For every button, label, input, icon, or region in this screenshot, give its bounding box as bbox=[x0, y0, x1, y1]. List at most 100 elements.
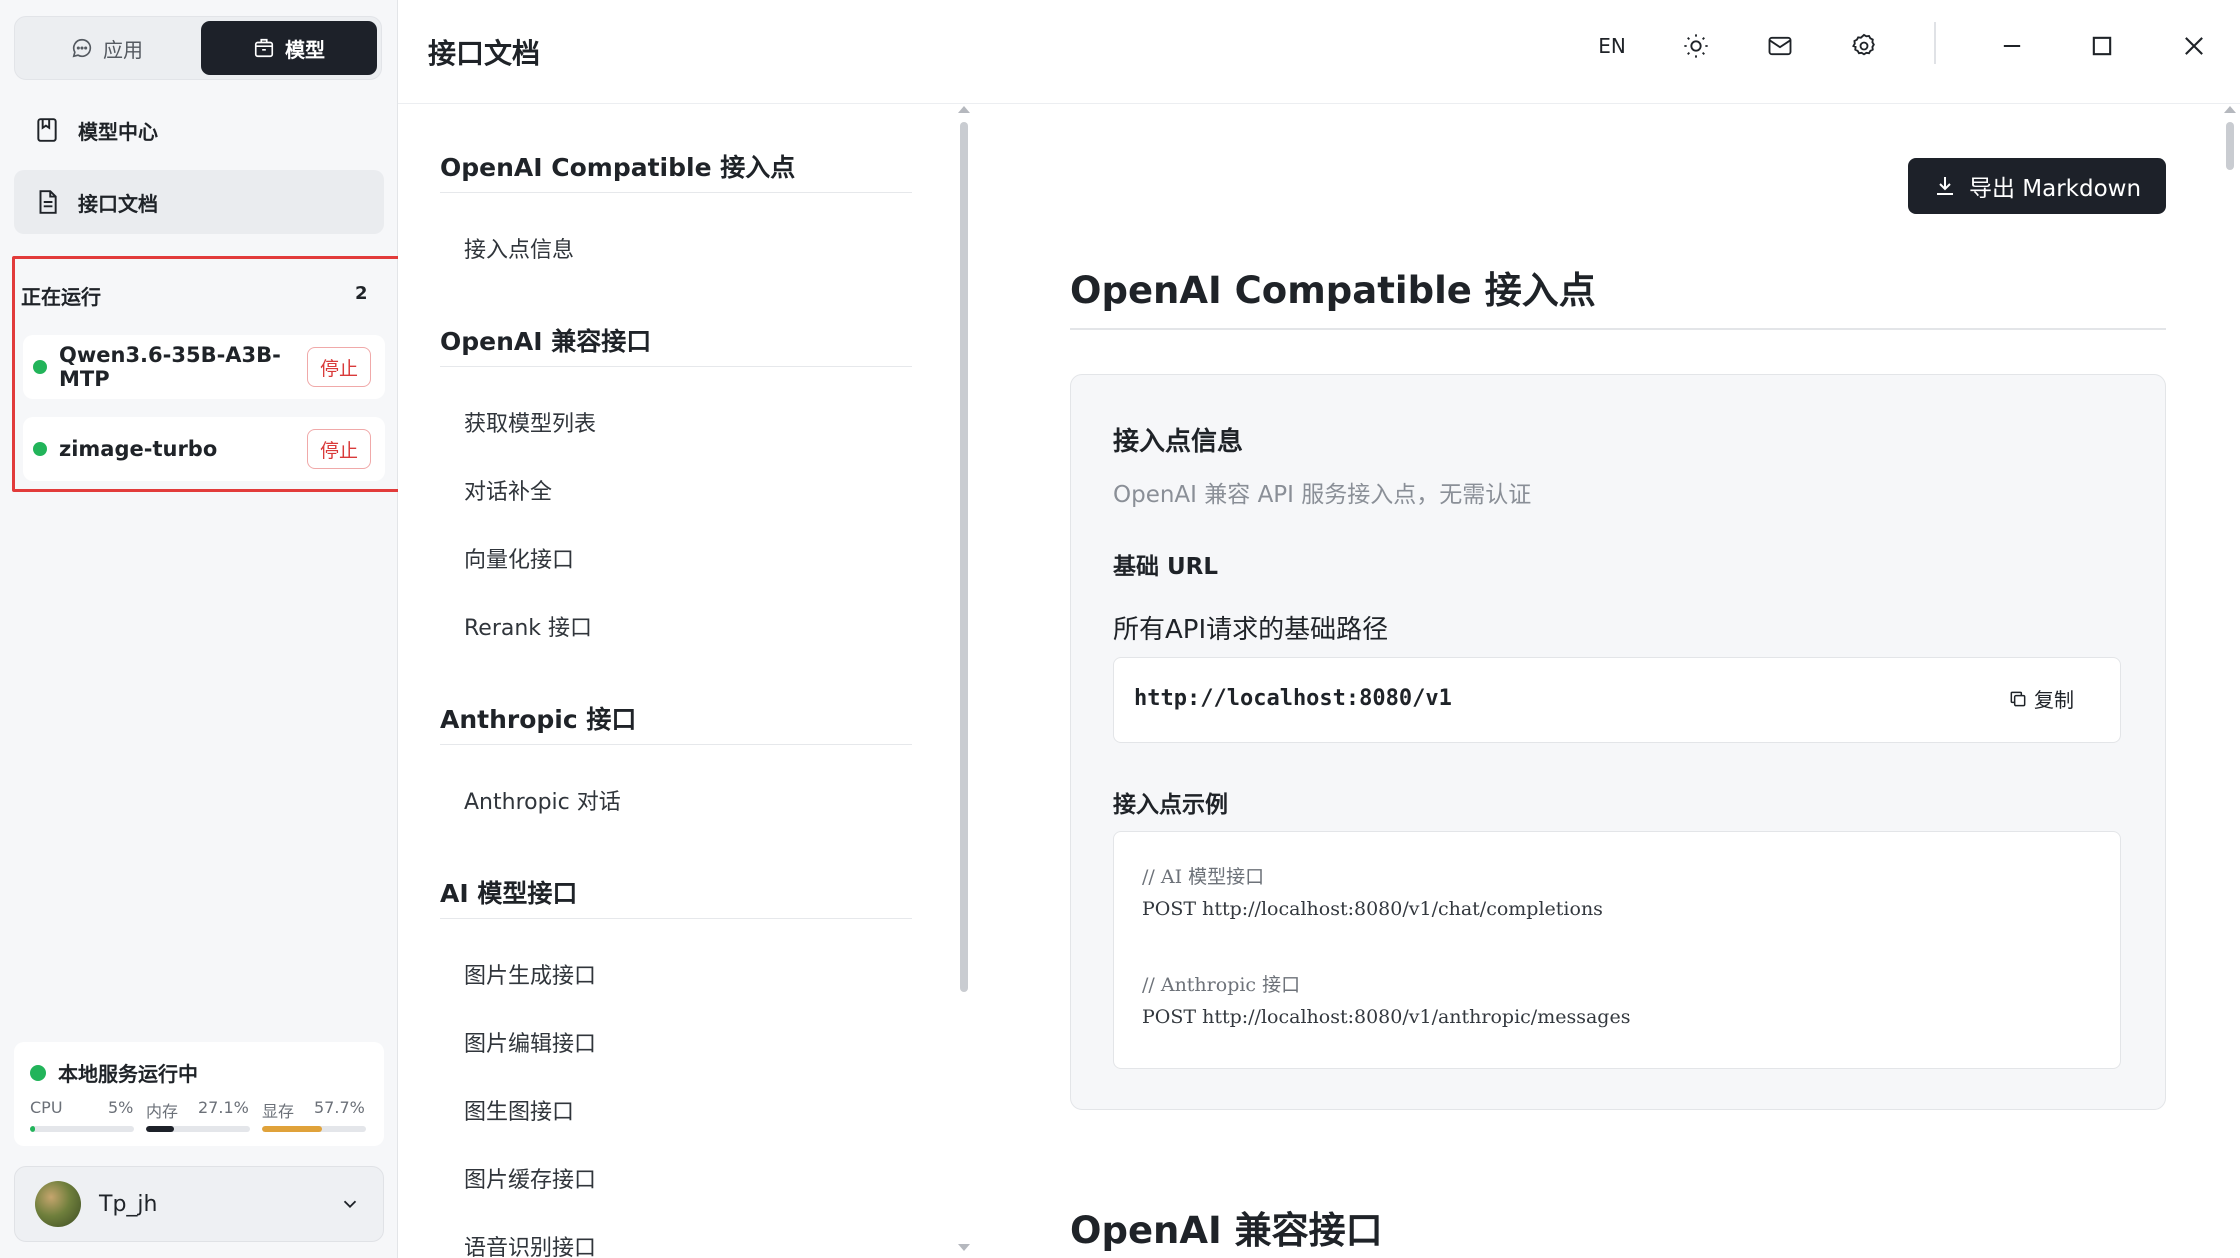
toc-item[interactable]: 对话补全 bbox=[464, 474, 552, 506]
maximize-icon bbox=[2092, 36, 2112, 56]
status-dot-icon bbox=[33, 360, 47, 374]
stop-button[interactable]: 停止 bbox=[307, 429, 371, 469]
toc-divider bbox=[440, 366, 912, 367]
running-model-item[interactable]: zimage-turbo 停止 bbox=[23, 417, 385, 481]
toc-item[interactable]: 图生图接口 bbox=[464, 1094, 574, 1126]
running-model-item[interactable]: Qwen3.6-35B-A3B-MTP 停止 bbox=[23, 335, 385, 399]
vram-label: 显存 bbox=[262, 1102, 295, 1121]
memory-usage-bar bbox=[146, 1126, 250, 1132]
cpu-value: 5% bbox=[108, 1098, 134, 1117]
export-markdown-button[interactable]: 导出 Markdown bbox=[1908, 158, 2166, 214]
tab-models[interactable]: 模型 bbox=[201, 21, 377, 75]
sidebar-item-label: 接口文档 bbox=[78, 191, 158, 216]
close-icon bbox=[2185, 37, 2203, 55]
copy-label: 复制 bbox=[2034, 688, 2074, 712]
page-title: 接口文档 bbox=[428, 37, 541, 70]
vram-usage-fill bbox=[262, 1126, 322, 1132]
memory-usage-fill bbox=[146, 1126, 175, 1132]
toc-divider bbox=[440, 192, 912, 193]
vram-usage-bar bbox=[262, 1126, 366, 1132]
base-url-box: http://localhost:8080/v1 复制 bbox=[1113, 657, 2121, 743]
docs-toc: OpenAI Compatible 接入点 接入点信息 OpenAI 兼容接口 … bbox=[398, 104, 982, 1258]
settings-button[interactable] bbox=[1840, 22, 1888, 70]
toc-scroll-down-arrow[interactable] bbox=[958, 1244, 970, 1251]
code-line: // Anthropic 接口 bbox=[1142, 974, 1301, 996]
toc-item[interactable]: Rerank 接口 bbox=[464, 610, 592, 642]
close-window-button[interactable] bbox=[2170, 22, 2218, 70]
cpu-usage-bar bbox=[30, 1126, 134, 1132]
code-line: POST http://localhost:8080/v1/anthropic/… bbox=[1142, 1006, 1631, 1028]
book-icon bbox=[37, 118, 57, 142]
maximize-button[interactable] bbox=[2078, 22, 2126, 70]
language-toggle-button[interactable]: EN bbox=[1588, 22, 1636, 70]
section-divider bbox=[1070, 328, 2166, 330]
avatar bbox=[35, 1181, 81, 1227]
endpoint-info-card: 接入点信息 OpenAI 兼容 API 服务接入点，无需认证 基础 URL 所有… bbox=[1070, 374, 2166, 1110]
status-dot-icon bbox=[30, 1064, 46, 1081]
document-icon bbox=[39, 190, 57, 214]
chat-bubble-icon bbox=[72, 38, 92, 58]
memory-value: 27.1% bbox=[198, 1098, 249, 1117]
toc-section-title[interactable]: AI 模型接口 bbox=[440, 874, 912, 910]
toc-scroll-up-arrow[interactable] bbox=[958, 106, 970, 113]
sun-icon bbox=[1684, 34, 1708, 58]
toc-item[interactable]: 图片缓存接口 bbox=[464, 1162, 596, 1194]
toc-item[interactable]: 图片生成接口 bbox=[464, 958, 596, 990]
toc-item[interactable]: 图片编辑接口 bbox=[464, 1026, 596, 1058]
base-url-label: 基础 URL bbox=[1113, 554, 1219, 580]
memory-label: 内存 bbox=[146, 1102, 179, 1121]
toc-section-title[interactable]: OpenAI 兼容接口 bbox=[440, 322, 912, 358]
example-label: 接入点示例 bbox=[1113, 792, 1228, 818]
running-model-name: zimage-turbo bbox=[59, 437, 218, 461]
service-status-text: 本地服务运行中 bbox=[58, 1062, 198, 1086]
section-heading: OpenAI 兼容接口 bbox=[1070, 1209, 1383, 1252]
status-dot-icon bbox=[33, 442, 47, 456]
sidebar: 应用 模型 模型中心 接口文档 正在运行 2 Qwen3.6-35B-A3B-M… bbox=[0, 0, 426, 1258]
sidebar-item-api-docs[interactable]: 接口文档 bbox=[14, 170, 384, 234]
content-scroll-up-arrow[interactable] bbox=[2224, 106, 2236, 113]
theme-toggle-button[interactable] bbox=[1672, 22, 1720, 70]
app-window: 应用 模型 模型中心 接口文档 正在运行 2 Qwen3.6-35B-A3B-M… bbox=[0, 0, 2240, 1258]
tab-models-label: 模型 bbox=[285, 37, 325, 62]
download-icon bbox=[1936, 177, 1953, 195]
toc-scrollbar[interactable] bbox=[960, 122, 968, 992]
vram-value: 57.7% bbox=[314, 1098, 365, 1117]
minimize-icon bbox=[2003, 44, 2021, 48]
gear-icon bbox=[1852, 33, 1875, 56]
tab-apps[interactable]: 应用 bbox=[19, 21, 195, 75]
mode-switch: 应用 模型 bbox=[14, 16, 382, 80]
copy-icon bbox=[2010, 691, 2026, 706]
toc-section-title[interactable]: Anthropic 接口 bbox=[440, 700, 912, 736]
card-description: OpenAI 兼容 API 服务接入点，无需认证 bbox=[1113, 482, 1532, 508]
toc-item[interactable]: 接入点信息 bbox=[464, 232, 574, 264]
stop-button[interactable]: 停止 bbox=[307, 347, 371, 387]
export-markdown-label: 导出 Markdown bbox=[1968, 176, 2142, 202]
base-url-description: 所有API请求的基础路径 bbox=[1113, 615, 1389, 645]
toc-item[interactable]: Anthropic 对话 bbox=[464, 784, 621, 816]
base-url-value[interactable]: http://localhost:8080/v1 bbox=[1134, 686, 1452, 711]
package-icon bbox=[254, 38, 274, 58]
user-menu[interactable]: Tp_jh bbox=[14, 1166, 384, 1242]
mail-icon bbox=[1768, 36, 1792, 56]
toc-section-title[interactable]: OpenAI Compatible 接入点 bbox=[440, 148, 912, 184]
content-scrollbar[interactable] bbox=[2226, 122, 2234, 170]
section-heading: OpenAI Compatible 接入点 bbox=[1070, 269, 1596, 312]
cpu-usage-fill bbox=[30, 1126, 36, 1132]
messages-button[interactable] bbox=[1756, 22, 1804, 70]
card-title: 接入点信息 bbox=[1113, 427, 1244, 457]
toc-item[interactable]: 获取模型列表 bbox=[464, 406, 596, 438]
minimize-button[interactable] bbox=[1988, 22, 2036, 70]
sidebar-item-model-center[interactable]: 模型中心 bbox=[14, 98, 384, 162]
tab-apps-label: 应用 bbox=[103, 37, 143, 62]
service-status-title: 本地服务运行中 bbox=[30, 1058, 198, 1087]
toc-item[interactable]: 语音识别接口 bbox=[464, 1230, 596, 1258]
chevron-down-icon bbox=[343, 1200, 357, 1209]
service-status-card: 本地服务运行中 CPU 5% 内存 27.1% 显存 57.7% bbox=[14, 1042, 384, 1146]
cpu-label: CPU bbox=[30, 1098, 63, 1117]
code-line: // AI 模型接口 bbox=[1142, 866, 1265, 888]
code-example-block: // AI 模型接口 POST http://localhost:8080/v1… bbox=[1113, 831, 2121, 1069]
running-count-badge: 2 bbox=[355, 283, 368, 304]
toc-item[interactable]: 向量化接口 bbox=[464, 542, 574, 574]
docs-content: 导出 Markdown OpenAI Compatible 接入点 接入点信息 … bbox=[982, 104, 2240, 1258]
copy-button[interactable]: 复制 bbox=[2008, 684, 2074, 713]
